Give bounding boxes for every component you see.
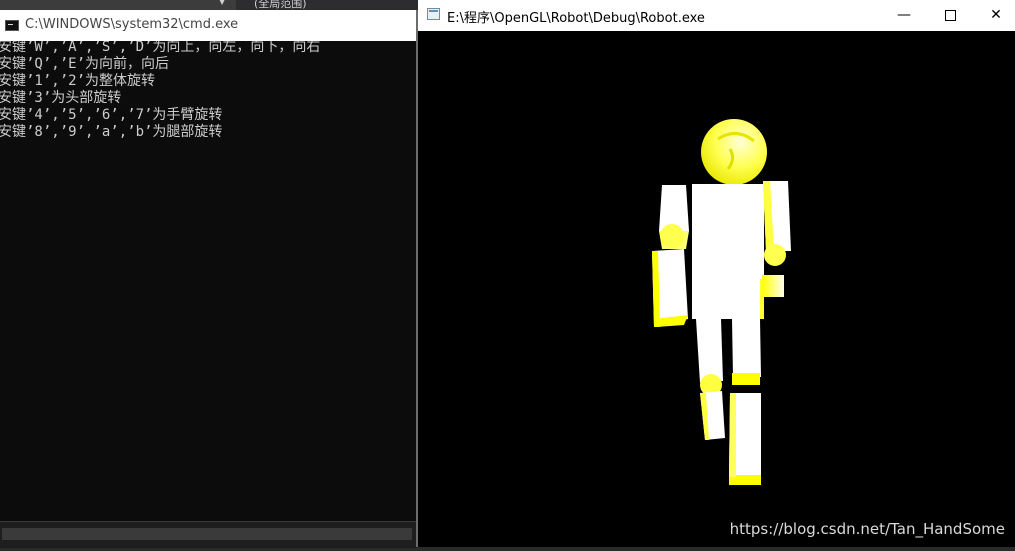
cmd-window: C:\WINDOWS\system32\cmd.exe 安键’W’,’A’,’S… (0, 10, 418, 548)
window-app-icon (427, 8, 440, 20)
watermark-text: https://blog.csdn.net/Tan_HandSome (729, 520, 1005, 538)
chevron-down-icon[interactable]: ▼ (219, 0, 225, 6)
robot-left-lower-arm (652, 249, 688, 327)
cmd-title-bar[interactable]: C:\WINDOWS\system32\cmd.exe (0, 10, 418, 41)
robot-torso (692, 184, 764, 319)
cmd-window-title: C:\WINDOWS\system32\cmd.exe (25, 17, 239, 32)
cmd-output-line: 安键’1’,’2’为整体旋转 (0, 73, 156, 89)
console-icon (5, 20, 19, 31)
cmd-horizontal-scrollbar[interactable] (0, 521, 418, 548)
robot-right-thigh (732, 319, 761, 385)
robot-title-bar[interactable]: E:\程序\OpenGL\Robot\Debug\Robot.exe — ✕ (418, 0, 1015, 31)
maximize-icon (944, 9, 956, 21)
cmd-output-line: 安键’3’为头部旋转 (0, 90, 122, 106)
cmd-output-line: 安键’4’,’5’,’6’,’7’为手臂旋转 (0, 107, 223, 123)
robot-window: E:\程序\OpenGL\Robot\Debug\Robot.exe — ✕ h… (418, 0, 1015, 547)
cmd-output[interactable]: 安键’W’,’A’,’S’,’D’为向上，向左，向下，向右 安键’Q’,’E’为… (0, 41, 418, 521)
robot-left-shin (700, 391, 725, 440)
cmd-output-line: 安键’W’,’A’,’S’,’D’为向上，向左，向下，向右 (0, 41, 321, 55)
close-icon: ✕ (990, 7, 1002, 23)
background-dropdown[interactable] (0, 0, 236, 10)
robot-scene (652, 119, 791, 485)
robot-right-lower-arm (762, 275, 784, 297)
cmd-output-line: 安键’Q’,’E’为向前，向后 (0, 56, 170, 72)
minimize-icon: — (897, 7, 911, 23)
robot-head (701, 119, 767, 185)
robot-right-upper-arm (763, 181, 791, 266)
minimize-button[interactable]: — (881, 0, 927, 31)
robot-right-shin (729, 393, 761, 485)
close-button[interactable]: ✕ (973, 0, 1015, 31)
background-ide-strip: ▼ (全局范围) (0, 0, 418, 10)
robot-left-thigh (696, 319, 723, 396)
scrollbar-thumb[interactable] (2, 528, 412, 540)
robot-left-upper-arm (659, 185, 689, 249)
robot-window-title: E:\程序\OpenGL\Robot\Debug\Robot.exe (447, 11, 705, 26)
cmd-output-line: 安键’8’,’9’,’a’,’b’为腿部旋转 (0, 124, 223, 140)
scope-label: (全局范围) (254, 0, 307, 10)
maximize-button[interactable] (927, 0, 973, 31)
opengl-viewport[interactable] (418, 31, 1015, 547)
